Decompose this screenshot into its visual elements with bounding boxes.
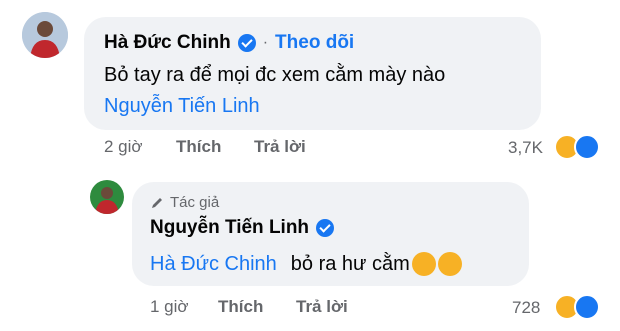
avatar-image <box>22 12 68 58</box>
follow-link[interactable]: Theo dõi <box>275 32 354 54</box>
like-button[interactable]: Thích <box>176 137 221 157</box>
reply-button[interactable]: Trả lời <box>254 137 306 157</box>
like-icon <box>574 294 600 320</box>
avatar-nguyen-tien-linh[interactable] <box>90 180 124 214</box>
avatar-image <box>90 180 124 214</box>
like-icon <box>574 134 600 160</box>
reaction-count[interactable]: 3,7K <box>508 138 543 158</box>
comment-text-row: Bỏ tay ra để mọi đc xem cằm mày nào <box>104 64 445 87</box>
author-badge: Tác giả <box>170 194 220 211</box>
comment-timestamp[interactable]: 2 giờ <box>104 137 143 157</box>
reply-timestamp[interactable]: 1 giờ <box>150 297 189 317</box>
reaction-count[interactable]: 728 <box>512 298 540 318</box>
separator-dot: · <box>262 34 269 51</box>
comment-mention-row: Nguyễn Tiến Linh <box>104 95 260 118</box>
avatar-ha-duc-chinh[interactable] <box>22 12 68 58</box>
rofl-emoji-icon <box>411 252 436 276</box>
like-button[interactable]: Thích <box>218 297 263 317</box>
mention-link[interactable]: Nguyễn Tiến Linh <box>104 95 260 118</box>
rofl-emoji-icon <box>437 252 462 276</box>
comment-author-name[interactable]: Hà Đức Chinh <box>104 32 231 54</box>
author-badge-row: Tác giả <box>150 194 219 211</box>
pencil-icon <box>152 197 162 208</box>
mention-link[interactable]: Hà Đức Chinh <box>150 253 277 276</box>
verified-icon <box>237 34 256 52</box>
reply-text-row: Hà Đức Chinh bỏ ra hư cằm <box>150 252 462 276</box>
verified-icon <box>316 219 335 237</box>
reply-text: bỏ ra hư cằm <box>290 252 410 275</box>
comment-header: Hà Đức Chinh · Theo dõi <box>104 32 354 54</box>
reply-author-name[interactable]: Nguyễn Tiến Linh <box>150 217 309 239</box>
reply-header: Nguyễn Tiến Linh <box>150 217 335 239</box>
comment-text: Bỏ tay ra để mọi đc xem cằm mày nào <box>104 64 446 86</box>
reply-button[interactable]: Trả lời <box>296 297 348 317</box>
